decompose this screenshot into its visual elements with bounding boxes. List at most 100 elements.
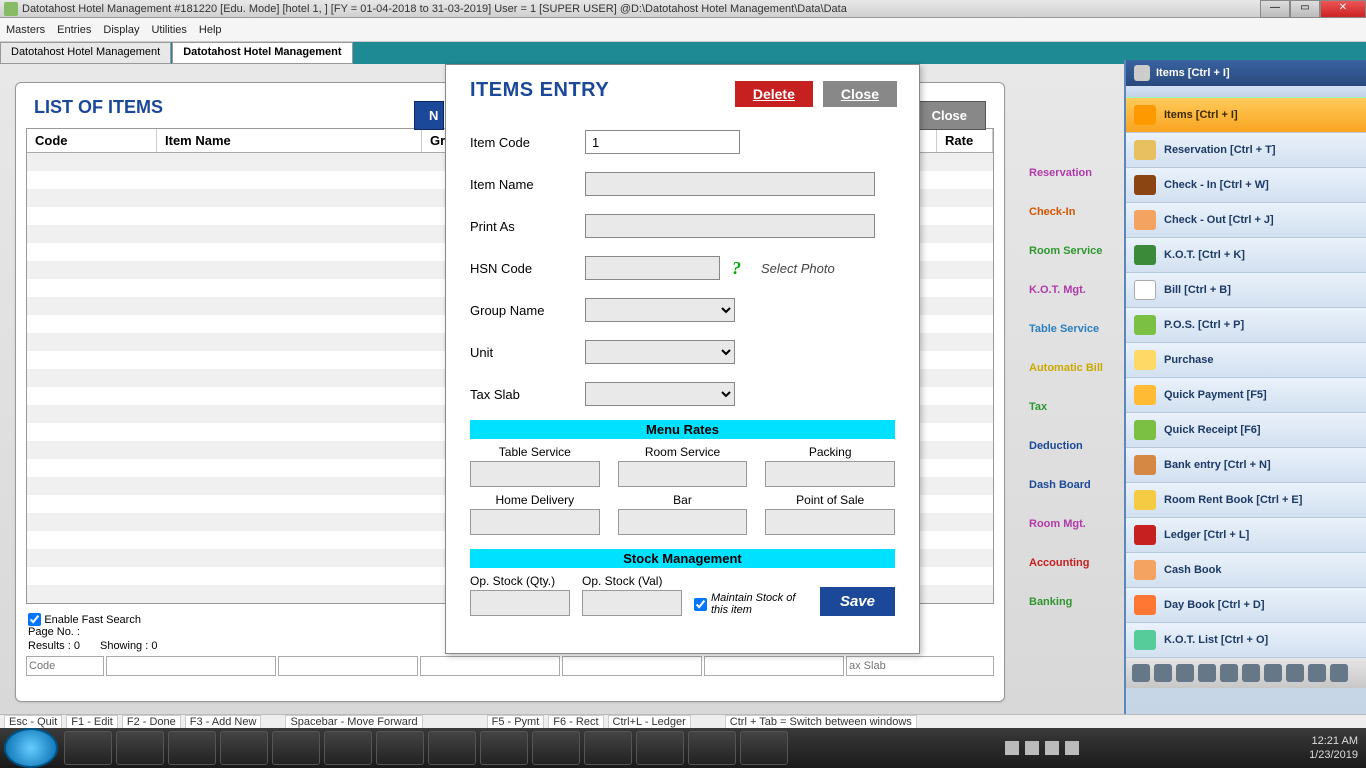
taskbar-app[interactable] — [324, 731, 372, 765]
sidebar-mini-icons — [1126, 658, 1366, 688]
pos-input[interactable] — [765, 509, 895, 535]
home-delivery-input[interactable] — [470, 509, 600, 535]
item-code-input[interactable] — [585, 130, 740, 154]
sidebar-item-quickpayment[interactable]: Quick Payment [F5] — [1126, 378, 1366, 413]
taskbar-app[interactable] — [688, 731, 736, 765]
op-stock-qty-input[interactable] — [470, 590, 570, 616]
sidebar-title: Items [Ctrl + I] — [1126, 60, 1366, 86]
clock[interactable]: 12:21 AM 1/23/2019 — [1301, 730, 1366, 766]
tray-battery-icon[interactable] — [1045, 741, 1059, 755]
room-service-label: Room Service — [618, 445, 748, 459]
window-title: Datotahost Hotel Management #181220 [Edu… — [22, 3, 1362, 15]
taskbar-app[interactable] — [532, 731, 580, 765]
sidebar-item-daybook[interactable]: Day Book [Ctrl + D] — [1126, 588, 1366, 623]
mini-icon[interactable] — [1132, 664, 1150, 682]
tray-sound-icon[interactable] — [1065, 741, 1079, 755]
search-5-input[interactable] — [562, 656, 702, 676]
tax-slab-select[interactable] — [585, 382, 735, 406]
search-4-input[interactable] — [420, 656, 560, 676]
mini-icon[interactable] — [1154, 664, 1172, 682]
taskbar-app[interactable] — [740, 731, 788, 765]
mini-icon[interactable] — [1242, 664, 1260, 682]
menu-masters[interactable]: Masters — [6, 24, 45, 36]
group-name-select[interactable] — [585, 298, 735, 322]
mini-icon[interactable] — [1198, 664, 1216, 682]
search-row — [26, 656, 994, 676]
search-6-input[interactable] — [704, 656, 844, 676]
hsn-input[interactable] — [585, 256, 720, 280]
table-service-input[interactable] — [470, 461, 600, 487]
list-close-button[interactable]: Close — [913, 101, 986, 130]
menu-utilities[interactable]: Utilities — [151, 24, 186, 36]
sidebar-item-ledger[interactable]: Ledger [Ctrl + L] — [1126, 518, 1366, 553]
sidebar-item-bankentry[interactable]: Bank entry [Ctrl + N] — [1126, 448, 1366, 483]
sidebar-item-checkout[interactable]: Check - Out [Ctrl + J] — [1126, 203, 1366, 238]
save-button[interactable]: Save — [820, 587, 895, 616]
menu-display[interactable]: Display — [103, 24, 139, 36]
sidebar-item-items[interactable]: Items [Ctrl + I] — [1126, 98, 1366, 133]
maintain-stock-checkbox[interactable] — [694, 598, 707, 611]
taskbar-app[interactable] — [428, 731, 476, 765]
help-icon[interactable]: ? — [732, 258, 741, 279]
start-button[interactable] — [4, 728, 58, 768]
select-photo-link[interactable]: Select Photo — [761, 261, 835, 276]
sidebar-item-pos[interactable]: P.O.S. [Ctrl + P] — [1126, 308, 1366, 343]
taskbar-app[interactable] — [480, 731, 528, 765]
sidebar-grip[interactable] — [1126, 86, 1366, 98]
sidebar-item-quickreceipt[interactable]: Quick Receipt [F6] — [1126, 413, 1366, 448]
col-name[interactable]: Item Name — [157, 129, 422, 152]
mini-icon[interactable] — [1308, 664, 1326, 682]
sidebar-item-reservation[interactable]: Reservation [Ctrl + T] — [1126, 133, 1366, 168]
print-as-label: Print As — [470, 219, 585, 234]
menu-help[interactable]: Help — [199, 24, 222, 36]
sidebar-item-roomrentbook[interactable]: Room Rent Book [Ctrl + E] — [1126, 483, 1366, 518]
mini-icon[interactable] — [1220, 664, 1238, 682]
taskbar-app[interactable] — [636, 731, 684, 765]
sidebar-item-checkin[interactable]: Check - In [Ctrl + W] — [1126, 168, 1366, 203]
minimize-button[interactable]: — — [1260, 0, 1290, 18]
tray-network-icon[interactable] — [1025, 741, 1039, 755]
taskbar-app[interactable] — [116, 731, 164, 765]
col-rate[interactable]: Rate — [937, 129, 993, 152]
taskbar-app[interactable] — [64, 731, 112, 765]
print-as-input[interactable] — [585, 214, 875, 238]
search-code-input[interactable] — [26, 656, 104, 676]
taskbar-app[interactable] — [168, 731, 216, 765]
mdi-tab-active[interactable]: Datotahost Hotel Management — [172, 42, 352, 64]
tray-chevron-icon[interactable] — [1005, 741, 1019, 755]
op-stock-val-input[interactable] — [582, 590, 682, 616]
sidebar-item-purchase[interactable]: Purchase — [1126, 343, 1366, 378]
bar-input[interactable] — [618, 509, 748, 535]
bill-icon — [1134, 280, 1156, 300]
taskbar-app[interactable] — [220, 731, 268, 765]
delete-button[interactable]: Delete — [735, 81, 813, 107]
help-ctrltab: Ctrl + Tab = Switch between windows — [725, 715, 917, 729]
help-ctrll: Ctrl+L - Ledger — [608, 715, 691, 729]
taskbar-app[interactable] — [272, 731, 320, 765]
item-name-input[interactable] — [585, 172, 875, 196]
taskbar-app[interactable] — [376, 731, 424, 765]
sidebar-item-cashbook[interactable]: Cash Book — [1126, 553, 1366, 588]
mini-icon[interactable] — [1286, 664, 1304, 682]
search-name-input[interactable] — [106, 656, 276, 676]
room-service-input[interactable] — [618, 461, 748, 487]
mdi-tab[interactable]: Datotahost Hotel Management — [0, 42, 171, 64]
packing-input[interactable] — [765, 461, 895, 487]
new-button[interactable]: N — [414, 101, 444, 130]
mini-icon[interactable] — [1176, 664, 1194, 682]
close-button[interactable]: ✕ — [1320, 0, 1366, 18]
col-code[interactable]: Code — [27, 129, 157, 152]
sidebar-item-bill[interactable]: Bill [Ctrl + B] — [1126, 273, 1366, 308]
mini-icon[interactable] — [1330, 664, 1348, 682]
mini-icon[interactable] — [1264, 664, 1282, 682]
menu-entries[interactable]: Entries — [57, 24, 91, 36]
unit-select[interactable] — [585, 340, 735, 364]
maximize-button[interactable]: ▭ — [1290, 0, 1320, 18]
sidebar-item-kotlist[interactable]: K.O.T. List [Ctrl + O] — [1126, 623, 1366, 658]
search-slab-input[interactable] — [846, 656, 994, 676]
fast-search-checkbox[interactable] — [28, 613, 41, 626]
sidebar-item-kot[interactable]: K.O.T. [Ctrl + K] — [1126, 238, 1366, 273]
taskbar-app[interactable] — [584, 731, 632, 765]
search-3-input[interactable] — [278, 656, 418, 676]
dialog-close-button[interactable]: Close — [823, 81, 897, 107]
